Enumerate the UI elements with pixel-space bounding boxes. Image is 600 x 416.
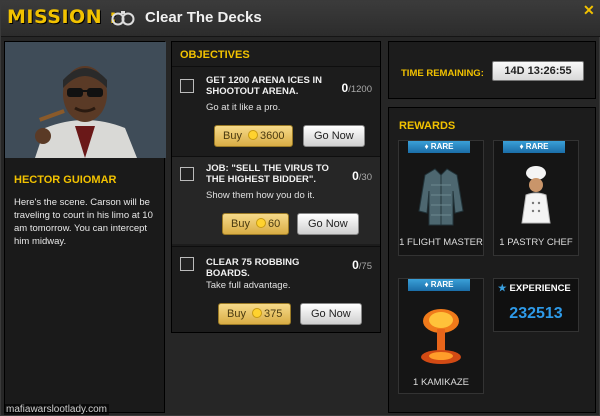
experience-label: ★ EXPERIENCE — [498, 283, 571, 294]
reward-card[interactable]: ♦ RARE 1 KAMIKAZE — [398, 278, 484, 394]
star-icon: ★ — [498, 283, 507, 294]
buy-button[interactable]: Buy 3600 — [214, 125, 294, 147]
go-now-button[interactable]: Go Now — [303, 125, 365, 147]
timer-value: 14D 13:26:55 — [492, 61, 584, 81]
handcuffs-icon — [111, 11, 135, 26]
experience-card: ★ EXPERIENCE 232513 — [493, 278, 579, 332]
chef-icon — [521, 166, 551, 224]
npc-panel: HECTOR GUIOMAR Here's the scene. Carson … — [4, 41, 166, 413]
objective-checkbox[interactable] — [180, 167, 194, 181]
experience-value: 232513 — [509, 305, 563, 322]
npc-name: HECTOR GUIOMAR — [14, 174, 117, 186]
buy-cost: 60 — [267, 218, 281, 230]
objective-item: JOB: "SELL THE VIRUS TO THE HIGHEST BIDD… — [172, 156, 380, 244]
jacket-icon — [418, 168, 464, 226]
timer-panel: TIME REMAINING: 14D 13:26:55 — [388, 41, 596, 99]
reward-card[interactable]: ♦ RARE 1 PASTRY CHEF — [493, 140, 579, 256]
buy-cost: 375 — [263, 308, 283, 320]
objective-subtitle: Take full advantage. — [206, 280, 291, 291]
coin-icon — [251, 308, 262, 318]
rare-badge: ♦ RARE — [408, 279, 470, 291]
objective-item: GET 1200 ARENA ICES IN SHOOTOUT ARENA. 0… — [172, 66, 380, 154]
mission-label: MISSION : — [7, 6, 118, 28]
buy-label: Buy — [231, 218, 250, 230]
npc-portrait — [5, 42, 166, 158]
objective-title: GET 1200 ARENA ICES IN SHOOTOUT ARENA. — [206, 75, 322, 97]
objectives-header: OBJECTIVES — [180, 49, 250, 61]
rare-badge: ♦ RARE — [503, 141, 565, 153]
objective-title: CLEAR 75 ROBBING BOARDS. — [206, 257, 300, 279]
objective-progress: 0/1200 — [342, 81, 372, 95]
rare-badge: ♦ RARE — [408, 141, 470, 153]
mission-window: MISSION : Clear The Decks ✕ HECTOR GUIOM… — [0, 0, 600, 416]
experience-label-text: EXPERIENCE — [509, 283, 571, 294]
watermark: mafiawarslootlady.com — [4, 404, 109, 415]
buy-button[interactable]: Buy 60 — [222, 213, 290, 235]
objective-checkbox[interactable] — [180, 257, 194, 271]
objective-title: JOB: "SELL THE VIRUS TO THE HIGHEST BIDD… — [206, 163, 329, 185]
title-bar: MISSION : Clear The Decks ✕ — [1, 1, 600, 37]
coin-icon — [247, 130, 258, 140]
buy-label: Buy — [227, 308, 246, 320]
rewards-header: REWARDS — [399, 120, 456, 132]
buy-button[interactable]: Buy 375 — [218, 303, 292, 325]
close-icon[interactable]: ✕ — [583, 3, 597, 17]
reward-label: 1 PASTRY CHEF — [499, 237, 573, 248]
objective-item: CLEAR 75 ROBBING BOARDS. 0/75 Take full … — [172, 246, 380, 332]
objectives-panel: OBJECTIVES GET 1200 ARENA ICES IN SHOOTO… — [171, 41, 381, 333]
objective-progress: 0/30 — [352, 169, 372, 183]
reward-card[interactable]: ♦ RARE 1 FLIGHT MASTER — [398, 140, 484, 256]
progress-total: /75 — [358, 261, 372, 272]
objective-progress: 0/75 — [352, 258, 372, 272]
buy-label: Buy — [223, 130, 242, 142]
progress-count: 0 — [352, 169, 359, 183]
objective-subtitle: Show them how you do it. — [206, 190, 315, 201]
progress-total: /1200 — [348, 84, 372, 95]
progress-total: /30 — [358, 172, 372, 183]
coin-icon — [255, 218, 266, 228]
explosion-icon — [421, 309, 461, 364]
timer-label: TIME REMAINING: — [401, 68, 484, 79]
reward-label: 1 FLIGHT MASTER — [399, 237, 483, 248]
objective-checkbox[interactable] — [180, 79, 194, 93]
go-now-button[interactable]: Go Now — [297, 213, 359, 235]
reward-label: 1 KAMIKAZE — [413, 377, 469, 388]
objective-subtitle: Go at it like a pro. — [206, 102, 281, 113]
progress-count: 0 — [352, 258, 359, 272]
npc-portrait-image — [5, 42, 166, 158]
mission-name: Clear The Decks — [145, 9, 262, 26]
buy-cost: 3600 — [259, 130, 285, 142]
npc-description: Here's the scene. Carson will be traveli… — [14, 197, 153, 247]
rewards-panel: REWARDS ♦ RARE 1 FLIGHT MASTER ♦ RARE 1 … — [388, 107, 596, 413]
go-now-button[interactable]: Go Now — [300, 303, 362, 325]
